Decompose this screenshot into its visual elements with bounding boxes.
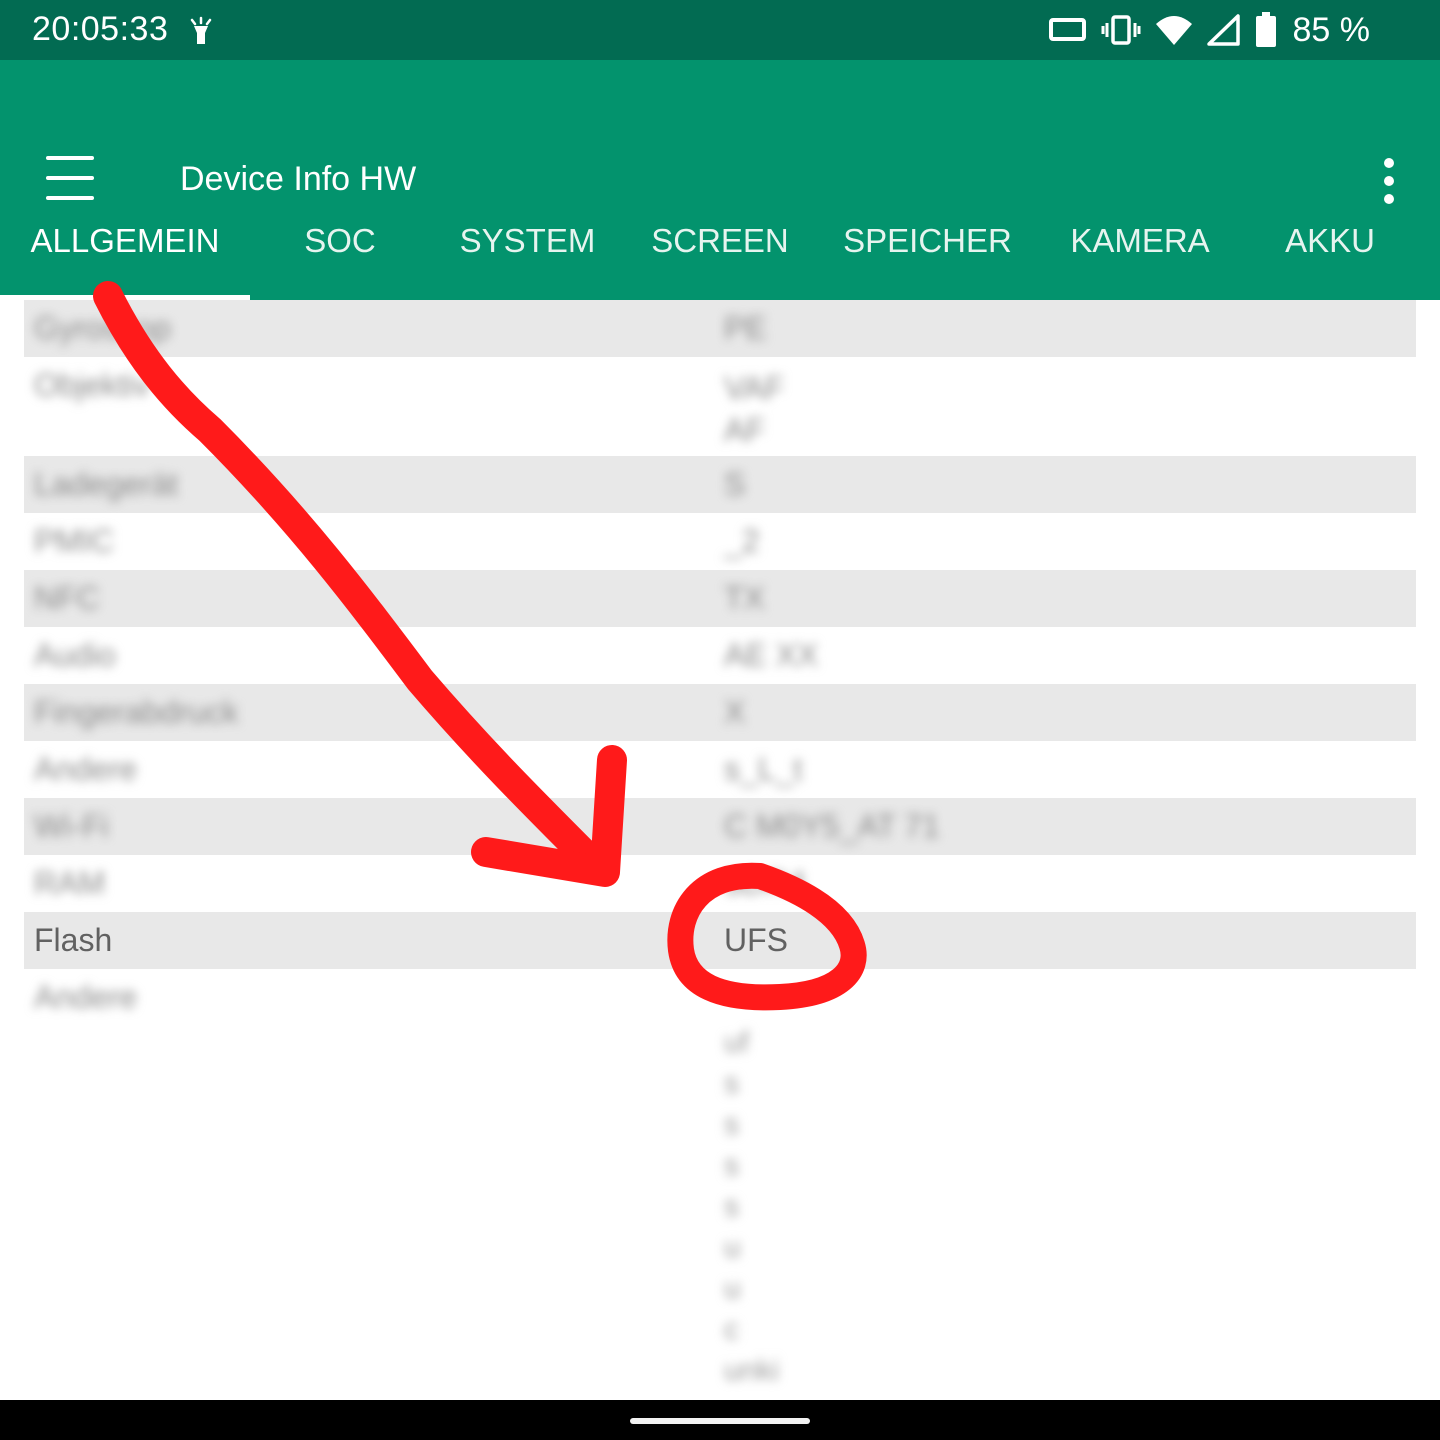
- status-bar: 20:05:33 85 %: [0, 0, 1440, 60]
- screen-cast-icon: [1048, 18, 1086, 41]
- tab-speicher[interactable]: SPEICHER: [815, 200, 1040, 300]
- status-time: 20:05:33: [32, 10, 169, 48]
- row-label: Fingerabdruck: [34, 694, 239, 730]
- list-item: NFC TX: [24, 570, 1416, 627]
- row-value: S: [724, 466, 746, 502]
- tab-screen[interactable]: SCREEN: [625, 200, 815, 300]
- list-value: s: [724, 1108, 739, 1141]
- battery-percent: 85 %: [1292, 10, 1371, 49]
- tab-bar: ALLGEMEIN SOC SYSTEM SCREEN SPEICHER KAM…: [0, 200, 1440, 300]
- hamburger-menu-icon[interactable]: [40, 154, 100, 206]
- screen: 20:05:33 85 % Device Info HW ALLGEMEIN S…: [0, 0, 1440, 1440]
- row-label: PMIC: [34, 523, 114, 559]
- tab-system[interactable]: SYSTEM: [430, 200, 625, 300]
- row-label: Wi-Fi: [34, 808, 109, 844]
- status-icons: 85 %: [1048, 10, 1371, 50]
- wifi-icon: [1155, 16, 1192, 45]
- flashlight-icon: [190, 16, 212, 44]
- list-value: s: [724, 1149, 739, 1182]
- more-vert-icon[interactable]: [1372, 156, 1406, 206]
- list-value: c: [724, 1313, 739, 1346]
- row-value: X: [724, 694, 746, 730]
- flash-value: UFS: [724, 922, 788, 958]
- tab-akku[interactable]: AKKU: [1240, 200, 1420, 300]
- list-item: Andere: [24, 969, 1416, 1026]
- row-label: Andere: [34, 751, 138, 787]
- list-item: Objektiv VAF AF: [24, 357, 1416, 456]
- list-item: RAM 3DR4: [24, 855, 1416, 912]
- row-label: Audio: [34, 637, 116, 673]
- row-value: C M0Y5_AT 71: [724, 808, 940, 844]
- list-item: Wi-Fi C M0Y5_AT 71: [24, 798, 1416, 855]
- signal-icon: [1206, 14, 1240, 46]
- list-item: Andere s_L_t: [24, 741, 1416, 798]
- list-item-flash: Flash UFS: [24, 912, 1416, 969]
- tab-allgemein[interactable]: ALLGEMEIN: [0, 200, 250, 300]
- row-value: VAF AF: [724, 370, 784, 448]
- row-value: AE XX: [724, 637, 819, 673]
- list-value: unki: [724, 1354, 780, 1387]
- row-label: Ladegerät: [34, 466, 179, 502]
- row-value: 3DR4: [724, 865, 806, 901]
- row-label: Objektiv: [34, 367, 150, 403]
- list-item: Audio AE XX: [24, 627, 1416, 684]
- row-label: Andere: [34, 979, 138, 1015]
- flash-label: Flash: [34, 922, 113, 958]
- app-title: Device Info HW: [180, 160, 417, 198]
- tab-soc[interactable]: SOC: [250, 200, 430, 300]
- list-value: uf: [724, 1026, 750, 1059]
- list-item: Ladegerät S: [24, 456, 1416, 513]
- andere-value-list: uf s s s s u u c unki: [724, 1022, 844, 1391]
- row-value: _2: [724, 523, 760, 559]
- row-label: RAM: [34, 865, 106, 901]
- home-gesture-handle[interactable]: [630, 1418, 810, 1424]
- row-value: PE: [724, 310, 767, 346]
- list-value: u: [724, 1231, 741, 1264]
- row-value: TX: [724, 580, 765, 616]
- list-item: Fingerabdruck X: [24, 684, 1416, 741]
- hardware-info-list[interactable]: Gyroskop PE Objektiv VAF AF Ladegerät S …: [0, 300, 1440, 1400]
- navigation-bar: [0, 1400, 1440, 1440]
- list-value: s: [724, 1190, 739, 1223]
- list-item: Gyroskop PE: [24, 300, 1416, 357]
- list-value: s: [724, 1067, 739, 1100]
- list-value: u: [724, 1272, 741, 1305]
- vibrate-icon: [1101, 15, 1140, 45]
- row-label: Gyroskop: [34, 310, 171, 346]
- row-label: NFC: [34, 580, 100, 616]
- list-item: PMIC _2: [24, 513, 1416, 570]
- row-value: s_L_t: [724, 751, 803, 787]
- tab-kamera[interactable]: KAMERA: [1040, 200, 1240, 300]
- battery-icon: [1255, 12, 1276, 47]
